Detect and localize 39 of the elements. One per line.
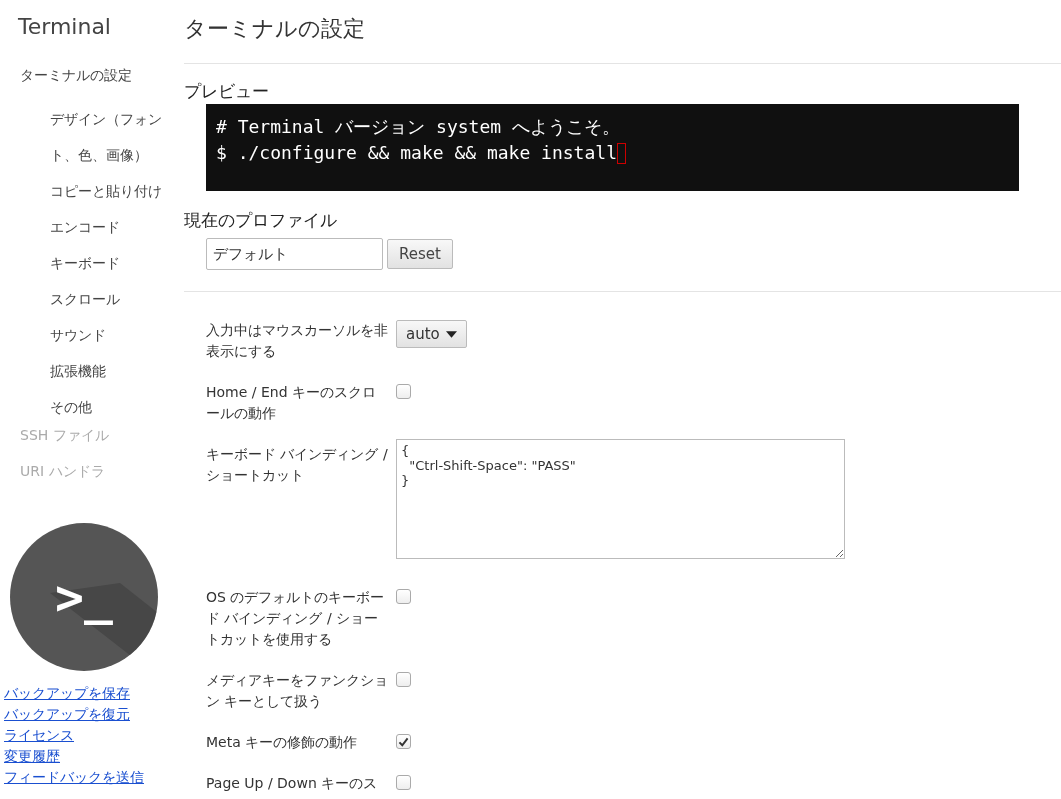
terminal-line: # Terminal バージョン system へようこそ。 bbox=[216, 115, 620, 139]
nav-subitem[interactable]: キーボード bbox=[0, 245, 170, 281]
page-title: ターミナルの設定 bbox=[184, 15, 366, 43]
setting-label: OS のデフォルトのキーボード バインディング / ショートカットを使用する bbox=[206, 588, 386, 649]
nav-subitem[interactable]: スクロール bbox=[0, 281, 170, 317]
bindings-textarea[interactable]: { "Ctrl-Shift-Space": "PASS" } bbox=[396, 439, 845, 559]
checkbox[interactable] bbox=[396, 734, 411, 749]
setting-label: Home / End キーのスクロールの動作 bbox=[206, 383, 378, 423]
footer-link[interactable]: フィードバックを送信 bbox=[4, 767, 144, 788]
nav-subitem[interactable]: デザイン（フォント、色、画像） bbox=[0, 101, 170, 173]
section-heading: プレビュー bbox=[184, 80, 270, 103]
footer-link[interactable]: バックアップを保存 bbox=[4, 683, 130, 704]
reset-button[interactable]: Reset bbox=[387, 239, 453, 269]
nav-subitem[interactable]: エンコード bbox=[0, 209, 170, 245]
nav-subitem[interactable]: 拡張機能 bbox=[0, 353, 170, 389]
checkbox[interactable] bbox=[396, 384, 411, 399]
setting-label: キーボード バインディング / ショートカット bbox=[206, 445, 388, 485]
checkbox[interactable] bbox=[396, 672, 411, 687]
caret-icon bbox=[445, 330, 457, 338]
footer-link[interactable]: バックアップを復元 bbox=[4, 704, 130, 725]
setting-label: Page Up / Down キーのス bbox=[206, 774, 379, 793]
terminal-logo: >_ bbox=[10, 523, 158, 671]
dropdown[interactable]: auto bbox=[396, 320, 467, 348]
app-title: Terminal bbox=[18, 14, 112, 39]
nav-subitem[interactable]: コピーと貼り付け bbox=[0, 173, 170, 209]
nav-subitem[interactable]: サウンド bbox=[0, 317, 170, 353]
footer-link[interactable]: 変更履歴 bbox=[4, 746, 60, 767]
section-heading: 現在のプロファイル bbox=[184, 209, 337, 232]
checkbox[interactable] bbox=[396, 775, 411, 790]
checkbox[interactable] bbox=[396, 589, 411, 604]
profile-field[interactable]: デフォルト bbox=[206, 238, 383, 270]
footer-link[interactable]: ライセンス bbox=[4, 725, 74, 746]
setting-label: 入力中はマウスカーソルを非表示にする bbox=[206, 321, 388, 361]
nav-subitem[interactable]: その他 bbox=[0, 389, 170, 425]
cursor-icon bbox=[616, 142, 626, 164]
terminal-line: $ ./configure && make && make install bbox=[216, 141, 617, 165]
setting-label: Meta キーの修飾の動作 bbox=[206, 733, 359, 752]
setting-label: メディアキーをファンクション キーとして扱う bbox=[206, 671, 388, 711]
nav-item[interactable]: ターミナルの設定 bbox=[0, 65, 183, 101]
